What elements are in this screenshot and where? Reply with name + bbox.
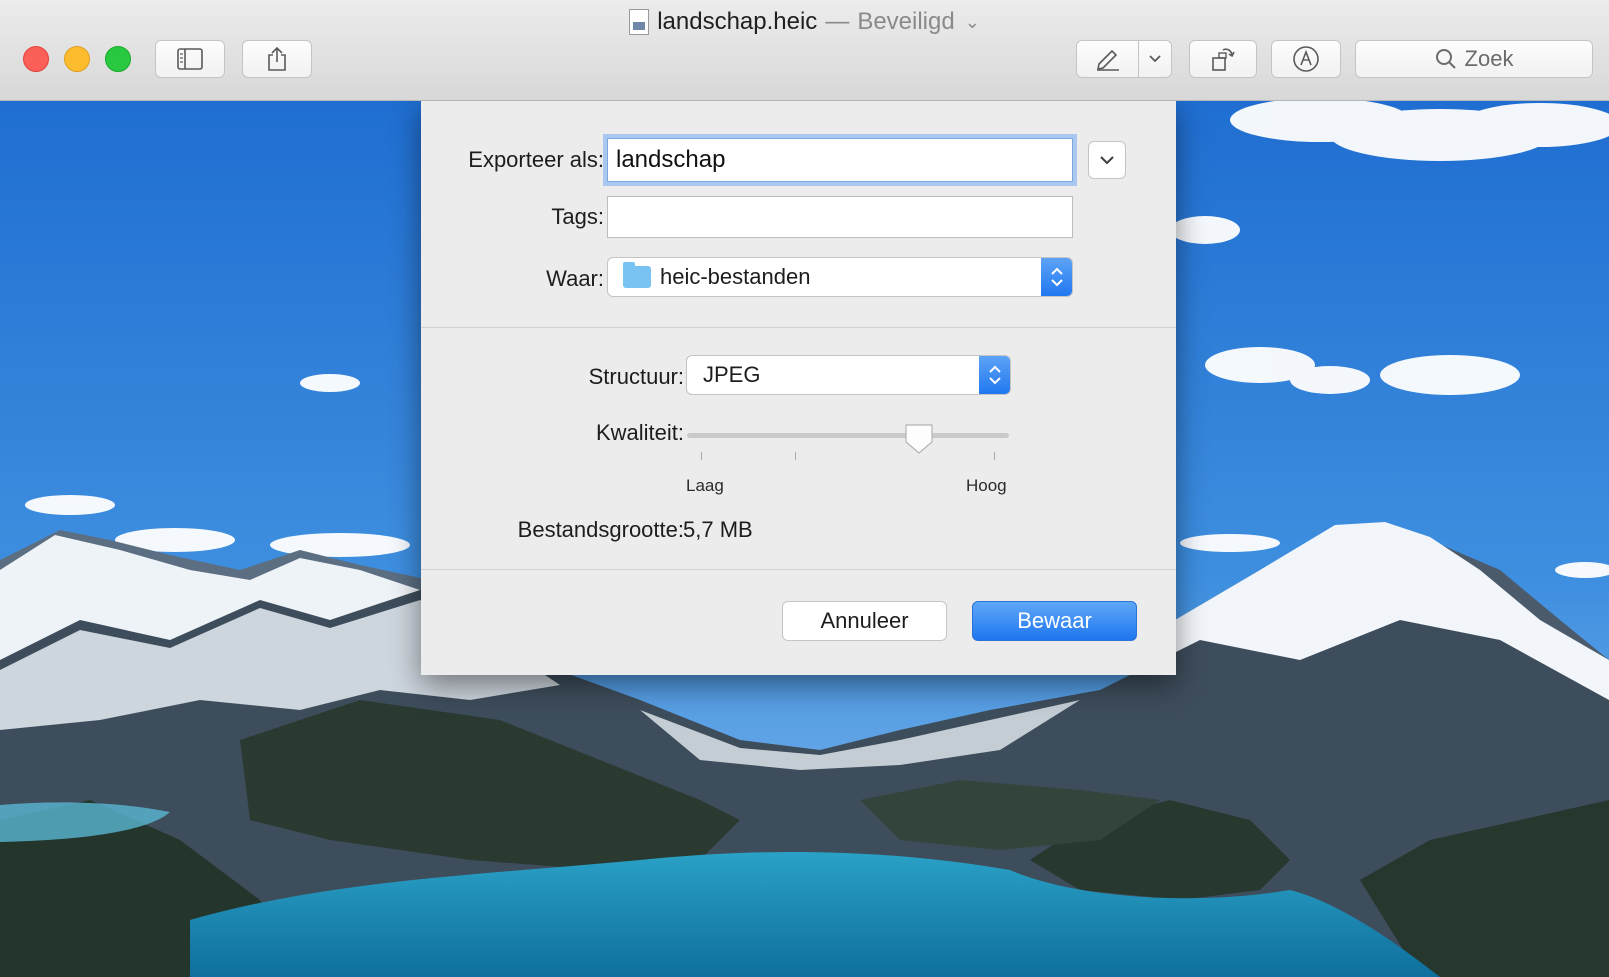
title-status[interactable]: Beveiligd <box>857 8 954 36</box>
annotate-button[interactable] <box>1271 40 1341 78</box>
quality-slider-track[interactable] <box>687 433 1009 438</box>
share-icon <box>268 46 286 71</box>
where-label: Waar: <box>546 266 604 291</box>
maximize-window-button[interactable] <box>105 46 131 72</box>
sidebar-toggle-button[interactable] <box>155 40 225 78</box>
format-popup[interactable]: JPEG <box>686 355 1011 395</box>
quality-tick <box>795 452 796 460</box>
sidebar-icon <box>177 48 203 70</box>
where-popup[interactable]: heic-bestanden <box>607 257 1073 297</box>
tags-label: Tags: <box>551 204 604 229</box>
format-label: Structuur: <box>588 364 684 389</box>
title-separator: — <box>825 8 850 35</box>
share-button[interactable] <box>242 40 312 78</box>
filesize-label: Bestandsgrootte: <box>517 517 684 542</box>
filesize-value: 5,7 MB <box>683 517 753 542</box>
tags-input[interactable] <box>607 196 1073 238</box>
markup-button[interactable] <box>1076 40 1172 78</box>
quality-min-label: Laag <box>686 476 724 495</box>
markup-menu-chevron-down-icon[interactable] <box>1138 41 1171 77</box>
quality-tick <box>701 452 702 460</box>
search-field[interactable]: Zoek <box>1355 40 1593 78</box>
quality-tick <box>994 452 995 460</box>
quality-label: Kwaliteit: <box>595 420 684 445</box>
title-filename: landschap.heic <box>657 8 818 35</box>
markup-pen-icon <box>1096 49 1119 71</box>
where-popup-arrows-icon <box>1041 258 1072 296</box>
window-title: landschap.heic — Beveiligd ⌄ <box>0 8 1609 36</box>
expand-dialog-button[interactable] <box>1088 141 1126 179</box>
heic-file-icon <box>629 9 650 35</box>
export-sheet: Exporteer als: landschap Tags: Waar: hei… <box>421 100 1176 675</box>
where-value: heic-bestanden <box>660 264 811 289</box>
chevron-down-icon <box>1100 155 1114 164</box>
export-as-input[interactable]: landschap <box>607 138 1073 182</box>
cancel-button[interactable]: Annuleer <box>782 601 947 641</box>
divider-bottom <box>421 569 1176 570</box>
rotate-button[interactable] <box>1189 40 1257 78</box>
export-as-value: landschap <box>616 146 726 173</box>
close-window-button[interactable] <box>23 46 49 72</box>
format-value: JPEG <box>703 362 761 387</box>
title-bar: landschap.heic — Beveiligd ⌄ Zoek <box>0 0 1609 101</box>
export-as-label: Exporteer als: <box>468 147 604 172</box>
folder-icon <box>623 262 651 288</box>
format-popup-arrows-icon <box>979 356 1010 394</box>
divider-top <box>421 327 1176 328</box>
rotate-icon <box>1212 48 1235 71</box>
search-placeholder: Zoek <box>1464 46 1514 71</box>
search-icon <box>1435 49 1456 69</box>
title-chevron-down-icon[interactable]: ⌄ <box>965 12 980 33</box>
annotate-icon <box>1293 46 1319 72</box>
minimize-window-button[interactable] <box>64 46 90 72</box>
save-button[interactable]: Bewaar <box>972 601 1137 641</box>
preview-window: landschap.heic — Beveiligd ⌄ Zoek Export… <box>0 0 1609 977</box>
quality-slider-thumb[interactable] <box>904 423 934 455</box>
quality-max-label: Hoog <box>966 476 1007 495</box>
